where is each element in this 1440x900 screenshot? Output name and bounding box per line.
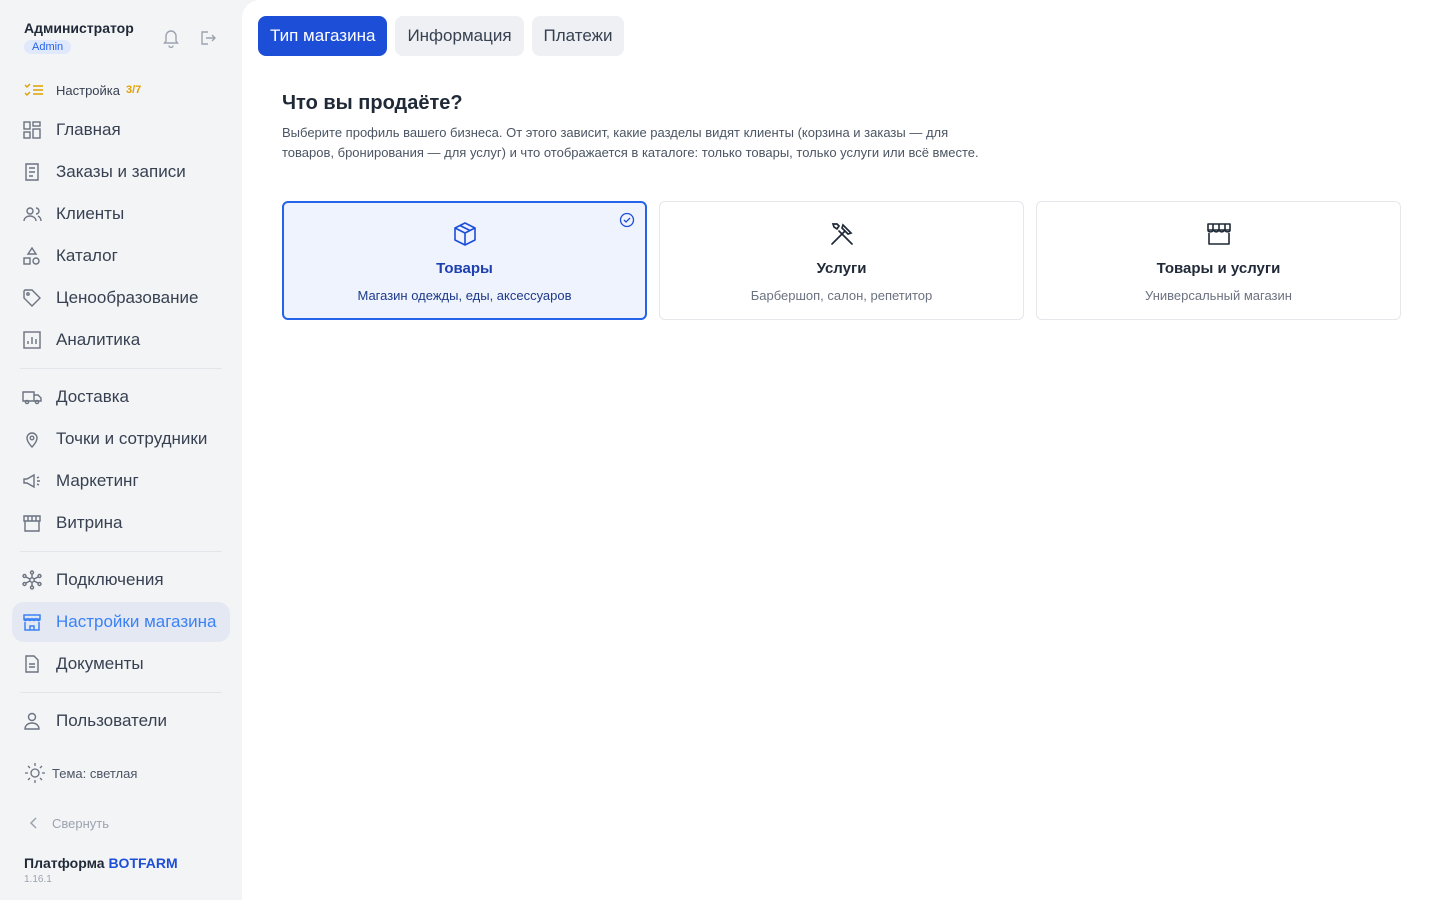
user-role-badge: Admin [24, 40, 72, 54]
document-icon [22, 654, 42, 674]
network-icon [22, 570, 42, 590]
header-actions [162, 28, 216, 49]
sidebar-item-orders[interactable]: Заказы и записи [12, 152, 230, 192]
theme-toggle[interactable]: Тема: светлая [24, 762, 137, 784]
option-subtitle: Универсальный магазин [1145, 288, 1292, 303]
chart-icon [22, 330, 42, 350]
main-content: Тип магазина Информация Платежи Что вы п… [242, 0, 1440, 900]
sidebar-item-label: Аналитика [56, 330, 141, 349]
sidebar: Администратор Admin Настройка 3/7 Главна… [0, 0, 242, 900]
store-icon [22, 612, 42, 632]
receipt-icon [22, 162, 42, 182]
tab-payments[interactable]: Платежи [531, 16, 625, 56]
sidebar-item-documents[interactable]: Документы [12, 644, 230, 684]
theme-label: Тема: светлая [52, 765, 138, 781]
chevron-left-icon [28, 815, 40, 831]
sidebar-item-delivery[interactable]: Доставка [12, 377, 230, 417]
sidebar-item-label: Настройки магазина [56, 612, 217, 631]
tab-information[interactable]: Информация [395, 16, 524, 56]
option-subtitle: Барбершоп, салон, репетитор [750, 288, 933, 303]
sidebar-item-store-settings[interactable]: Настройки магазина [12, 602, 230, 642]
sidebar-item-label: Маркетинг [56, 471, 139, 490]
sidebar-item-label: Доставка [56, 387, 130, 406]
sidebar-item-pricing[interactable]: Ценообразование [12, 278, 230, 318]
sidebar-item-users[interactable]: Пользователи [12, 701, 230, 741]
tab-store-type[interactable]: Тип магазина [258, 16, 388, 56]
option-card-goods[interactable]: Товары Магазин одежды, еды, аксессуаров [282, 201, 647, 320]
setup-count: 3/7 [126, 84, 142, 96]
sidebar-item-label: Главная [56, 120, 121, 139]
sidebar-item-label: Точки и сотрудники [56, 429, 208, 448]
sidebar-item-label: Пользователи [56, 711, 167, 730]
tag-icon [22, 288, 42, 308]
dashboard-icon [22, 120, 42, 140]
users-icon [22, 204, 42, 224]
sidebar-item-clients[interactable]: Клиенты [12, 194, 230, 234]
settings-tabs: Тип магазина Информация Платежи [258, 16, 625, 56]
section-title: Что вы продаёте? [282, 92, 463, 114]
collapse-button[interactable]: Свернуть [28, 815, 109, 831]
setup-label: Настройка [56, 82, 120, 98]
bell-icon[interactable] [162, 28, 180, 49]
option-subtitle: Магазин одежды, еды, аксессуаров [357, 288, 572, 303]
brand-prefix: Платформа [24, 855, 105, 871]
storefront-icon [1205, 220, 1233, 248]
nav-main: Главная Заказы и записи Клиенты Каталог … [12, 110, 230, 743]
setup-progress[interactable]: Настройка 3/7 [24, 82, 141, 98]
sidebar-item-marketing[interactable]: Маркетинг [12, 461, 230, 501]
option-title: Товары и услуги [1156, 260, 1281, 277]
sidebar-item-label: Каталог [56, 246, 118, 265]
sidebar-item-label: Клиенты [56, 204, 125, 223]
nav-divider [20, 368, 222, 369]
map-pin-icon [22, 429, 42, 449]
user-icon [22, 711, 42, 731]
sidebar-item-label: Документы [56, 654, 144, 673]
platform-brand: Платформа BOTFARM [24, 855, 178, 871]
sidebar-item-label: Заказы и записи [56, 162, 186, 181]
sun-icon [24, 762, 46, 784]
sidebar-item-integrations[interactable]: Подключения [12, 560, 230, 600]
sidebar-item-analytics[interactable]: Аналитика [12, 320, 230, 360]
sidebar-item-showcase[interactable]: Витрина [12, 503, 230, 543]
store-type-options: Товары Магазин одежды, еды, аксессуаров … [282, 201, 1401, 320]
option-title: Товары [436, 260, 493, 277]
logout-icon[interactable] [198, 28, 216, 48]
nav-divider [20, 692, 222, 693]
shapes-icon [22, 246, 42, 266]
collapse-label: Свернуть [52, 815, 110, 831]
sidebar-item-label: Подключения [56, 570, 164, 589]
sidebar-item-label: Ценообразование [56, 288, 199, 307]
brand-name: BOTFARM [108, 855, 178, 871]
megaphone-icon [22, 471, 42, 491]
box-icon [451, 220, 479, 248]
tools-icon [828, 220, 856, 248]
nav-divider [20, 551, 222, 552]
check-circle-icon [619, 212, 635, 228]
checklist-icon [24, 82, 44, 98]
storefront-icon [22, 513, 42, 533]
section-description: Выберите профиль вашего бизнеса. От этог… [282, 125, 979, 160]
option-title: Услуги [816, 260, 867, 277]
sidebar-item-locations[interactable]: Точки и сотрудники [12, 419, 230, 459]
user-name: Администратор [24, 20, 134, 36]
sidebar-item-label: Витрина [56, 513, 123, 532]
option-card-goods-and-services[interactable]: Товары и услуги Универсальный магазин [1036, 201, 1401, 320]
option-card-services[interactable]: Услуги Барбершоп, салон, репетитор [659, 201, 1024, 320]
user-block: Администратор Admin [24, 20, 134, 55]
sidebar-item-home[interactable]: Главная [12, 110, 230, 150]
truck-icon [22, 387, 42, 407]
app-version: 1.16.1 [24, 874, 52, 885]
sidebar-item-catalog[interactable]: Каталог [12, 236, 230, 276]
